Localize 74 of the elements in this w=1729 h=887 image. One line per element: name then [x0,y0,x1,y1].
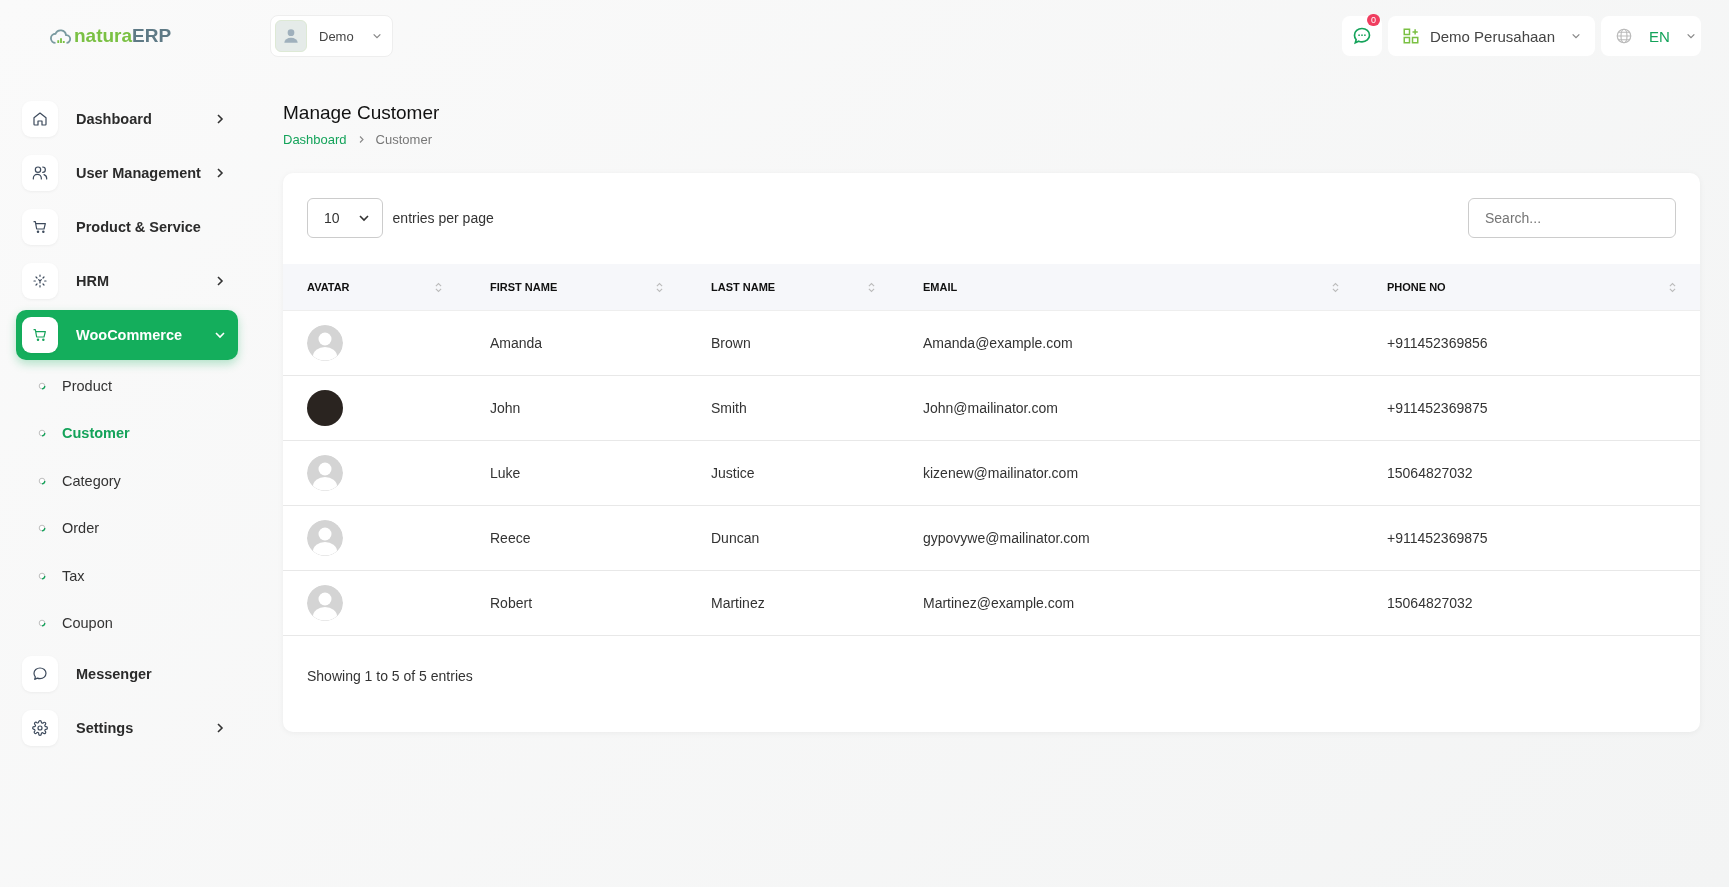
bullet-icon [38,524,46,533]
avatar-icon [275,20,307,52]
table-cell: Amanda@example.com [899,310,1363,376]
sort-icon [1669,281,1676,293]
sort-icon [435,281,442,293]
sort-icon [1332,281,1339,293]
page-size-select[interactable]: 10 [307,198,383,238]
menu-icon [22,710,58,746]
bullet-icon [38,381,46,390]
table-cell: Reece [466,505,687,571]
menu-icon [22,317,58,353]
submenu-item[interactable]: Tax [16,552,238,600]
table-cell: Brown [687,310,899,376]
sidebar-item[interactable]: Dashboard [16,94,238,144]
chat-bubble-icon [1351,26,1372,46]
sidebar-item[interactable]: Settings [16,703,238,753]
logo-text: naturaERP [74,25,172,47]
table-cell: Luke [466,440,687,506]
entries-summary: Showing 1 to 5 of 5 entries [307,668,474,684]
menu-icon [22,101,58,137]
sidebar-item[interactable]: User Management [16,148,238,198]
search-field[interactable]: Search... [1468,198,1676,238]
cloud-logo-icon [50,27,72,45]
chevron-down-icon [1685,31,1696,41]
notification-count: 0 [1366,14,1380,26]
menu-icon [22,209,58,245]
sidebar-item[interactable]: Product & Service [16,202,238,252]
company-selector[interactable]: Demo Perusahaan [1387,16,1595,56]
column-header[interactable]: AVATAR [283,264,466,311]
table-cell: kizenew@mailinator.com [899,440,1363,506]
submenu-item[interactable]: Category [16,457,238,505]
column-header[interactable]: FIRST NAME [466,264,687,311]
sidebar-item[interactable]: Messenger [16,649,238,699]
table-cell: +911452369875 [1363,375,1700,441]
table-cell: Justice [687,440,899,506]
grid-plus-icon [1401,27,1420,45]
menu-icon [22,656,58,692]
table-cell: 15064827032 [1363,570,1700,636]
submenu-item[interactable]: Coupon [16,599,238,647]
table-cell: Martinez@example.com [899,570,1363,636]
table-cell: Smith [687,375,899,441]
table-cell: Robert [466,570,687,636]
messages-button[interactable]: 0 [1341,16,1382,56]
page-title: Manage Customer [283,102,441,124]
breadcrumb-current: Customer [375,132,432,147]
bullet-icon [38,619,46,628]
user-menu-button[interactable]: Demo [270,15,393,57]
chevron-down-icon [1571,31,1581,41]
sidebar-item[interactable]: HRM [16,256,238,306]
menu-icon [22,263,58,299]
table-cell: John@mailinator.com [899,375,1363,441]
table-cell: gypovywe@mailinator.com [899,505,1363,571]
chevron-down-icon [357,212,370,224]
table-cell: +911452369856 [1363,310,1700,376]
table-cell: Duncan [687,505,899,571]
submenu-item[interactable]: Order [16,504,238,552]
bullet-icon [38,429,46,438]
bullet-icon [38,571,46,580]
globe-icon [1615,27,1633,45]
column-header[interactable]: PHONE NO [1363,264,1700,311]
table-cell: +911452369875 [1363,505,1700,571]
entries-per-page-label: entries per page [392,210,494,226]
column-header[interactable]: LAST NAME [687,264,899,311]
menu-icon [22,155,58,191]
table-cell: John [466,375,687,441]
table-cell: 15064827032 [1363,440,1700,506]
submenu-item[interactable]: Product [16,362,238,410]
bullet-icon [38,476,46,485]
table-cell: Amanda [466,310,687,376]
table-cell: Martinez [687,570,899,636]
column-header[interactable]: EMAIL [899,264,1363,311]
sort-icon [656,281,663,293]
chevron-down-icon [371,31,382,41]
sort-icon [868,281,875,293]
